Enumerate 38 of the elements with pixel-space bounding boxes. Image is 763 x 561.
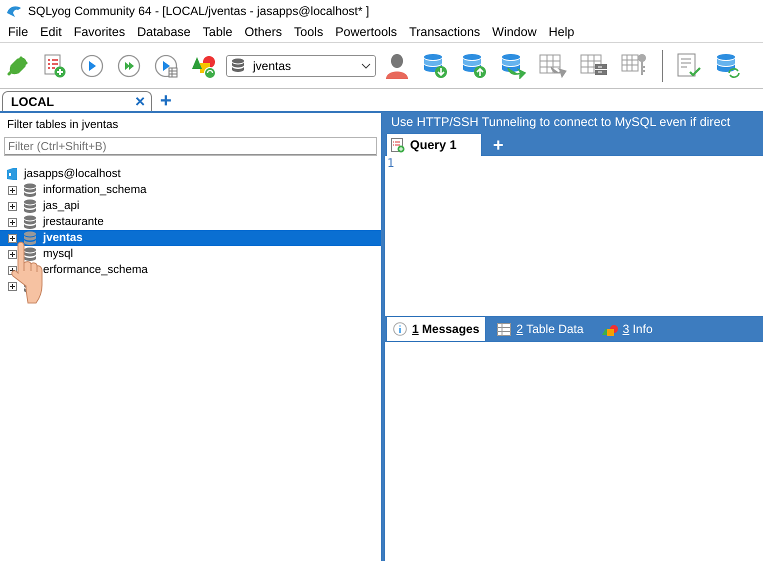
database-name: erformance_schema [43, 264, 148, 276]
menu-item[interactable]: File [2, 25, 34, 39]
database-name: information_schema [43, 184, 147, 196]
tree-row[interactable]: jrestaurante [0, 214, 381, 230]
connection-node[interactable]: jasapps@localhost [24, 168, 121, 180]
tree-row[interactable]: jventas [0, 230, 381, 246]
connection-tab[interactable]: LOCAL × [2, 91, 152, 111]
window-title: SQLyog Community 64 - [LOCAL/jventas - jasapps@localhost* ] [28, 4, 370, 18]
database-name: jrestaurante [43, 216, 104, 228]
menu-item[interactable]: Window [486, 25, 543, 39]
tree-row[interactable]: jas_api [0, 198, 381, 214]
line-number: 1 [386, 156, 396, 170]
menu-item[interactable]: Help [542, 25, 580, 39]
query-tab[interactable]: Query 1 [387, 134, 481, 156]
add-tab-button[interactable]: + [160, 91, 172, 111]
menu-item[interactable]: Tools [288, 25, 330, 39]
tree-row[interactable]: mysql [0, 246, 381, 262]
database-select[interactable]: jventas [226, 54, 376, 76]
add-query-button[interactable]: + [493, 134, 504, 156]
menu-item[interactable]: Powertools [329, 25, 404, 39]
menu-item[interactable]: Transactions [403, 25, 486, 39]
menu-item[interactable]: Others [238, 25, 288, 39]
query-editor[interactable]: 1 [385, 156, 763, 316]
tunneling-banner[interactable]: Use HTTP/SSH Tunneling to connect to MySQL even if direct [385, 113, 763, 132]
database-name: jas_api [43, 200, 80, 212]
filter-label: Filter tables in jventas [6, 119, 120, 133]
database-name: mysql [43, 248, 74, 260]
filter-field[interactable]: Filter (Ctrl+Shift+B) [4, 137, 377, 156]
menu-item[interactable]: Database [131, 25, 197, 39]
database-name: jventas [43, 232, 83, 244]
result-tab[interactable]: 2 Table Data [491, 317, 590, 341]
menu-item[interactable]: Favorites [68, 25, 132, 39]
menu-item[interactable]: Edit [34, 25, 68, 39]
tree-row[interactable]: information_schema [0, 182, 381, 198]
result-tab[interactable]: 3 Info [596, 317, 659, 341]
result-tab[interactable]: 1 Messages [387, 317, 486, 341]
close-icon[interactable]: × [135, 93, 145, 110]
menu-item[interactable]: Table [196, 25, 239, 39]
